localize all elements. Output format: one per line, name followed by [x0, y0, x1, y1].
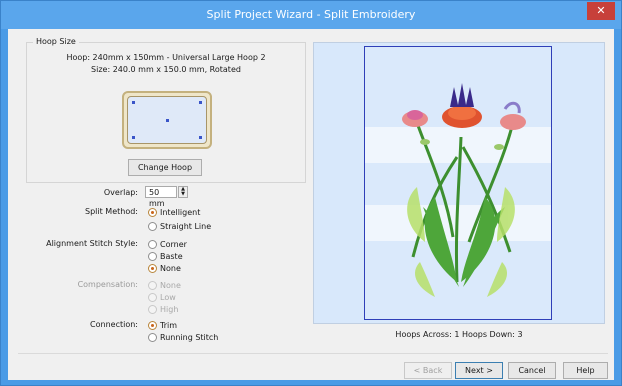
- window-title: Split Project Wizard - Split Embroidery: [206, 8, 416, 21]
- hoop-corner-marker: [199, 101, 202, 104]
- split-method-straight-line-radio[interactable]: Straight Line: [148, 221, 211, 231]
- hoop-thumbnail: [122, 91, 212, 149]
- hoop-corner-marker: [132, 136, 135, 139]
- hoops-summary: Hoops Across: 1 Hoops Down: 3: [395, 330, 523, 339]
- radio-indicator: [148, 292, 157, 302]
- next-button[interactable]: Next >: [455, 362, 503, 379]
- overlap-label: Overlap:: [103, 188, 138, 197]
- close-button[interactable]: ✕: [587, 2, 615, 20]
- hoop-size-group: Hoop Size Hoop: 240mm x 150mm - Universa…: [26, 37, 306, 183]
- hoop-description: Hoop: 240mm x 150mm - Universal Large Ho…: [66, 53, 266, 62]
- radio-label: Straight Line: [160, 221, 212, 231]
- compensation-none-radio: None: [148, 280, 181, 290]
- radio-indicator: [148, 207, 157, 217]
- hoop-corner-marker: [132, 101, 135, 104]
- radio-indicator: [148, 320, 157, 330]
- footer-separator: [18, 353, 608, 354]
- help-button[interactable]: Help: [563, 362, 608, 379]
- radio-label: None: [160, 263, 181, 273]
- radio-label: Corner: [160, 239, 187, 249]
- radio-label: High: [160, 304, 179, 314]
- radio-indicator: [148, 304, 157, 314]
- radio-label: Trim: [160, 320, 178, 330]
- title-bar: Split Project Wizard - Split Embroidery …: [1, 1, 621, 29]
- radio-indicator: [148, 221, 157, 231]
- connection-trim-radio[interactable]: Trim: [148, 320, 177, 330]
- split-preview: [313, 42, 605, 324]
- radio-label: Baste: [160, 251, 183, 261]
- hoop-center-marker: [166, 119, 169, 122]
- alignment-baste-radio[interactable]: Baste: [148, 251, 183, 261]
- alignment-stitch-label: Alignment Stitch Style:: [46, 239, 138, 248]
- split-method-label: Split Method:: [85, 207, 138, 216]
- radio-label: None: [160, 280, 181, 290]
- wizard-window: Split Project Wizard - Split Embroidery …: [0, 0, 622, 386]
- radio-label: Running Stitch: [160, 332, 219, 342]
- hoop-dimensions: Size: 240.0 mm x 150.0 mm, Rotated: [91, 65, 241, 74]
- hoop-size-legend: Hoop Size: [33, 37, 79, 46]
- split-method-intelligent-radio[interactable]: Intelligent: [148, 207, 200, 217]
- hoop-outline: [364, 46, 552, 320]
- change-hoop-button[interactable]: Change Hoop: [128, 159, 202, 176]
- overlap-input[interactable]: 50 mm: [145, 186, 177, 208]
- back-button[interactable]: < Back: [404, 362, 452, 379]
- radio-indicator: [148, 239, 157, 249]
- radio-label: Low: [160, 292, 176, 302]
- hoop-corner-marker: [199, 136, 202, 139]
- wizard-body: Hoop Size Hoop: 240mm x 150mm - Universa…: [8, 29, 614, 380]
- compensation-label: Compensation:: [77, 280, 138, 289]
- compensation-low-radio: Low: [148, 292, 176, 302]
- radio-label: Intelligent: [160, 207, 201, 217]
- radio-indicator: [148, 263, 157, 273]
- radio-indicator: [148, 251, 157, 261]
- embroidery-design-image: [402, 83, 526, 297]
- overlap-spinner[interactable]: ▲ ▼: [178, 186, 188, 198]
- radio-indicator: [148, 280, 157, 290]
- connection-running-stitch-radio[interactable]: Running Stitch: [148, 332, 218, 342]
- connection-label: Connection:: [90, 320, 138, 329]
- alignment-corner-radio[interactable]: Corner: [148, 239, 187, 249]
- compensation-high-radio: High: [148, 304, 178, 314]
- hoop-field: [127, 96, 207, 144]
- cancel-button[interactable]: Cancel: [508, 362, 556, 379]
- alignment-none-radio[interactable]: None: [148, 263, 181, 273]
- radio-indicator: [148, 332, 157, 342]
